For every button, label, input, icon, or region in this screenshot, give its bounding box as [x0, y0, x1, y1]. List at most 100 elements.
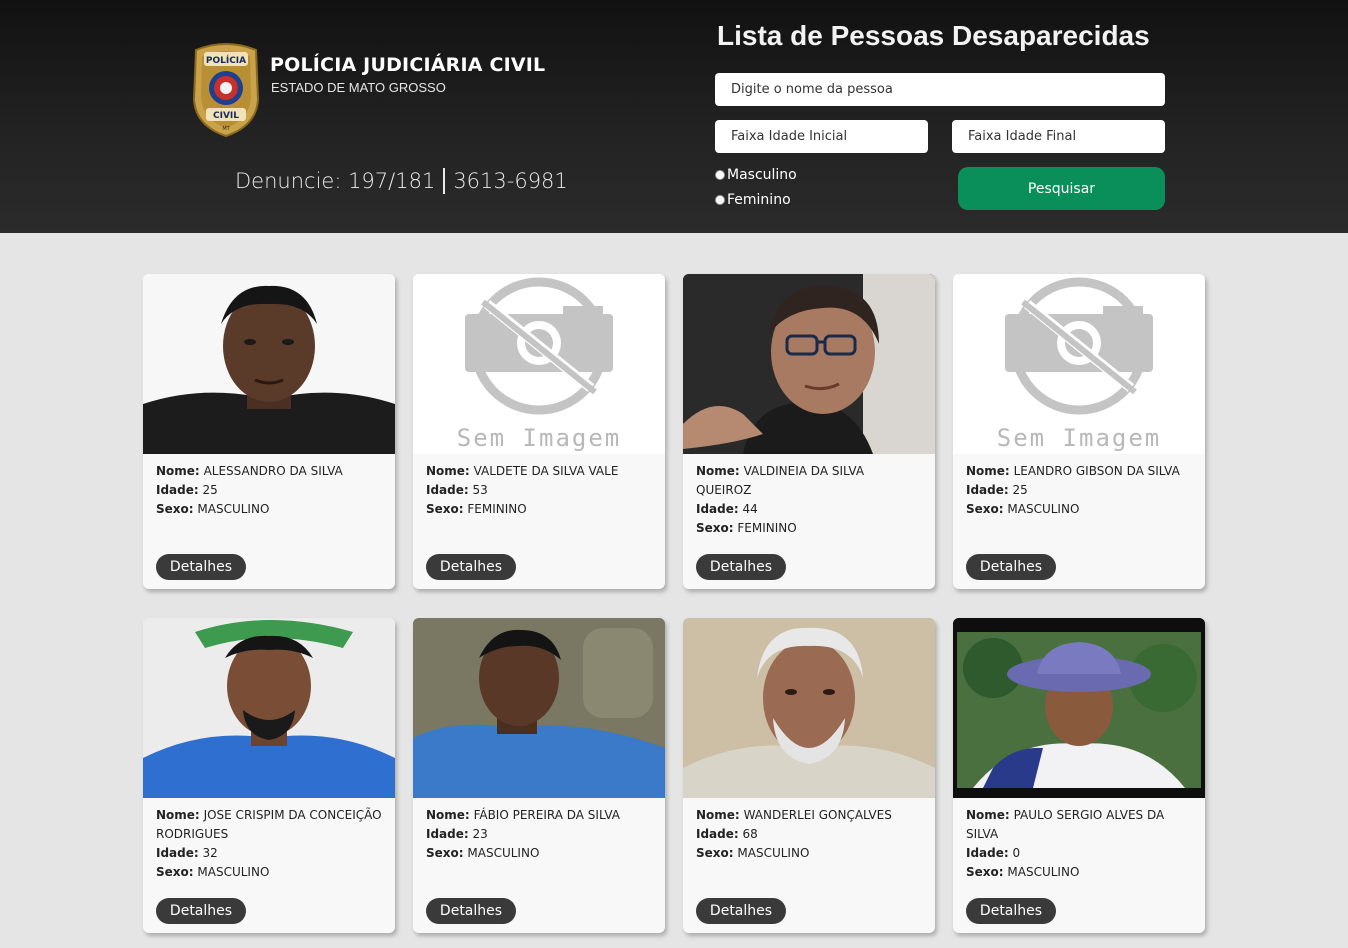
person-name: LEANDRO GIBSON DA SILVA — [1013, 464, 1180, 478]
age-label: Idade: — [426, 483, 469, 497]
search-button[interactable]: Pesquisar — [958, 167, 1165, 210]
person-photo: Sem Imagem — [413, 274, 665, 454]
org-subtitle: ESTADO DE MATO GROSSO — [271, 80, 446, 95]
gender-male-label: Masculino — [727, 167, 797, 183]
person-card: Sem Imagem Nome: VALDETE DA SILVA VALE I… — [413, 274, 665, 589]
age-max-input[interactable] — [952, 120, 1165, 153]
person-name: FÁBIO PEREIRA DA SILVA — [473, 808, 620, 822]
portrait-glasses-image — [683, 274, 935, 454]
sex-label: Sexo: — [426, 846, 464, 860]
person-card: Nome: VALDINEIA DA SILVA QUEIROZ Idade: … — [683, 274, 935, 589]
details-button[interactable]: Detalhes — [966, 898, 1056, 924]
hotline-prefix: Denuncie: 197/181 — [235, 169, 436, 193]
person-photo — [953, 618, 1205, 798]
sex-label: Sexo: — [696, 521, 734, 535]
details-button[interactable]: Detalhes — [696, 898, 786, 924]
person-card: Nome: JOSE CRISPIM DA CONCEIÇÃO RODRIGUE… — [143, 618, 395, 933]
age-label: Idade: — [156, 846, 199, 860]
header: POLÍCIA CIVIL MT POLÍCIA JUDICIÁRIA CIVI… — [0, 0, 1348, 233]
person-name: VALDETE DA SILVA VALE — [473, 464, 619, 478]
person-sex: MASCULINO — [737, 846, 810, 860]
person-age: 23 — [472, 827, 488, 841]
person-age: 32 — [202, 846, 218, 860]
age-label: Idade: — [696, 827, 739, 841]
police-badge-logo: POLÍCIA CIVIL MT — [192, 43, 260, 138]
person-age: 53 — [472, 483, 488, 497]
person-info: Nome: ALESSANDRO DA SILVA Idade: 25 Sexo… — [143, 454, 395, 519]
person-sex: MASCULINO — [467, 846, 540, 860]
person-sex: FEMININO — [467, 502, 527, 516]
gender-female-option[interactable]: Feminino — [715, 192, 791, 208]
radio-female[interactable] — [715, 195, 725, 205]
page-title: Lista de Pessoas Desaparecidas — [717, 20, 1150, 51]
person-sex: MASCULINO — [197, 502, 270, 516]
person-info: Nome: VALDETE DA SILVA VALE Idade: 53 Se… — [413, 454, 665, 519]
badge-bottom-text: CIVIL — [213, 111, 239, 121]
name-label: Nome: — [966, 808, 1010, 822]
person-photo — [683, 274, 935, 454]
person-age: 25 — [1012, 483, 1028, 497]
person-age: 68 — [742, 827, 758, 841]
person-sex: MASCULINO — [1007, 502, 1080, 516]
person-card: Nome: FÁBIO PEREIRA DA SILVA Idade: 23 S… — [413, 618, 665, 933]
badge-top-text: POLÍCIA — [206, 54, 246, 66]
age-label: Idade: — [966, 483, 1009, 497]
name-label: Nome: — [696, 808, 740, 822]
person-name: WANDERLEI GONÇALVES — [743, 808, 892, 822]
details-button[interactable]: Detalhes — [156, 898, 246, 924]
sex-label: Sexo: — [156, 865, 194, 879]
details-button[interactable]: Detalhes — [966, 554, 1056, 580]
portrait-blue-shirt-image — [413, 618, 665, 798]
sex-label: Sexo: — [426, 502, 464, 516]
sex-label: Sexo: — [156, 502, 194, 516]
gender-female-label: Feminino — [727, 192, 791, 208]
name-label: Nome: — [156, 808, 200, 822]
person-card: Nome: WANDERLEI GONÇALVES Idade: 68 Sexo… — [683, 618, 935, 933]
person-sex: MASCULINO — [197, 865, 270, 879]
person-info: Nome: VALDINEIA DA SILVA QUEIROZ Idade: … — [683, 454, 935, 538]
age-label: Idade: — [696, 502, 739, 516]
person-age: 0 — [1012, 846, 1021, 860]
person-age: 44 — [742, 502, 758, 516]
person-card: Sem Imagem Nome: LEANDRO GIBSON DA SILVA… — [953, 274, 1205, 589]
name-label: Nome: — [696, 464, 740, 478]
person-info: Nome: PAULO SERGIO ALVES DA SILVA Idade:… — [953, 798, 1205, 882]
person-age: 25 — [202, 483, 218, 497]
portrait-blue-shirt-cap-image — [143, 618, 395, 798]
details-button[interactable]: Detalhes — [696, 554, 786, 580]
name-label: Nome: — [426, 464, 470, 478]
details-button[interactable]: Detalhes — [426, 898, 516, 924]
name-search-input[interactable] — [715, 73, 1165, 106]
person-card: Nome: ALESSANDRO DA SILVA Idade: 25 Sexo… — [143, 274, 395, 589]
hotline: Denuncie: 197/181 3613-6981 — [235, 168, 568, 194]
sex-label: Sexo: — [696, 846, 734, 860]
name-label: Nome: — [966, 464, 1010, 478]
person-photo — [143, 618, 395, 798]
person-name: ALESSANDRO DA SILVA — [203, 464, 343, 478]
hotline-divider — [443, 168, 446, 194]
no-image-text: Sem Imagem — [996, 424, 1162, 452]
badge-state-text: MT — [222, 126, 230, 132]
name-label: Nome: — [156, 464, 200, 478]
details-button[interactable]: Detalhes — [426, 554, 516, 580]
portrait-hat-outdoor-image — [953, 618, 1205, 798]
age-label: Idade: — [966, 846, 1009, 860]
sex-label: Sexo: — [966, 502, 1004, 516]
name-label: Nome: — [426, 808, 470, 822]
person-photo — [143, 274, 395, 454]
person-photo: Sem Imagem — [953, 274, 1205, 454]
details-button[interactable]: Detalhes — [156, 554, 246, 580]
person-sex: MASCULINO — [1007, 865, 1080, 879]
org-name: POLÍCIA JUDICIÁRIA CIVIL — [270, 54, 546, 76]
hotline-number: 3613-6981 — [453, 169, 568, 193]
sex-label: Sexo: — [966, 865, 1004, 879]
person-card: Nome: PAULO SERGIO ALVES DA SILVA Idade:… — [953, 618, 1205, 933]
age-min-input[interactable] — [715, 120, 928, 153]
portrait-dark-shirt-image — [143, 274, 395, 454]
radio-male[interactable] — [715, 170, 725, 180]
person-info: Nome: FÁBIO PEREIRA DA SILVA Idade: 23 S… — [413, 798, 665, 863]
portrait-elderly-image — [683, 618, 935, 798]
person-info: Nome: LEANDRO GIBSON DA SILVA Idade: 25 … — [953, 454, 1205, 519]
gender-male-option[interactable]: Masculino — [715, 167, 797, 183]
person-info: Nome: WANDERLEI GONÇALVES Idade: 68 Sexo… — [683, 798, 935, 863]
